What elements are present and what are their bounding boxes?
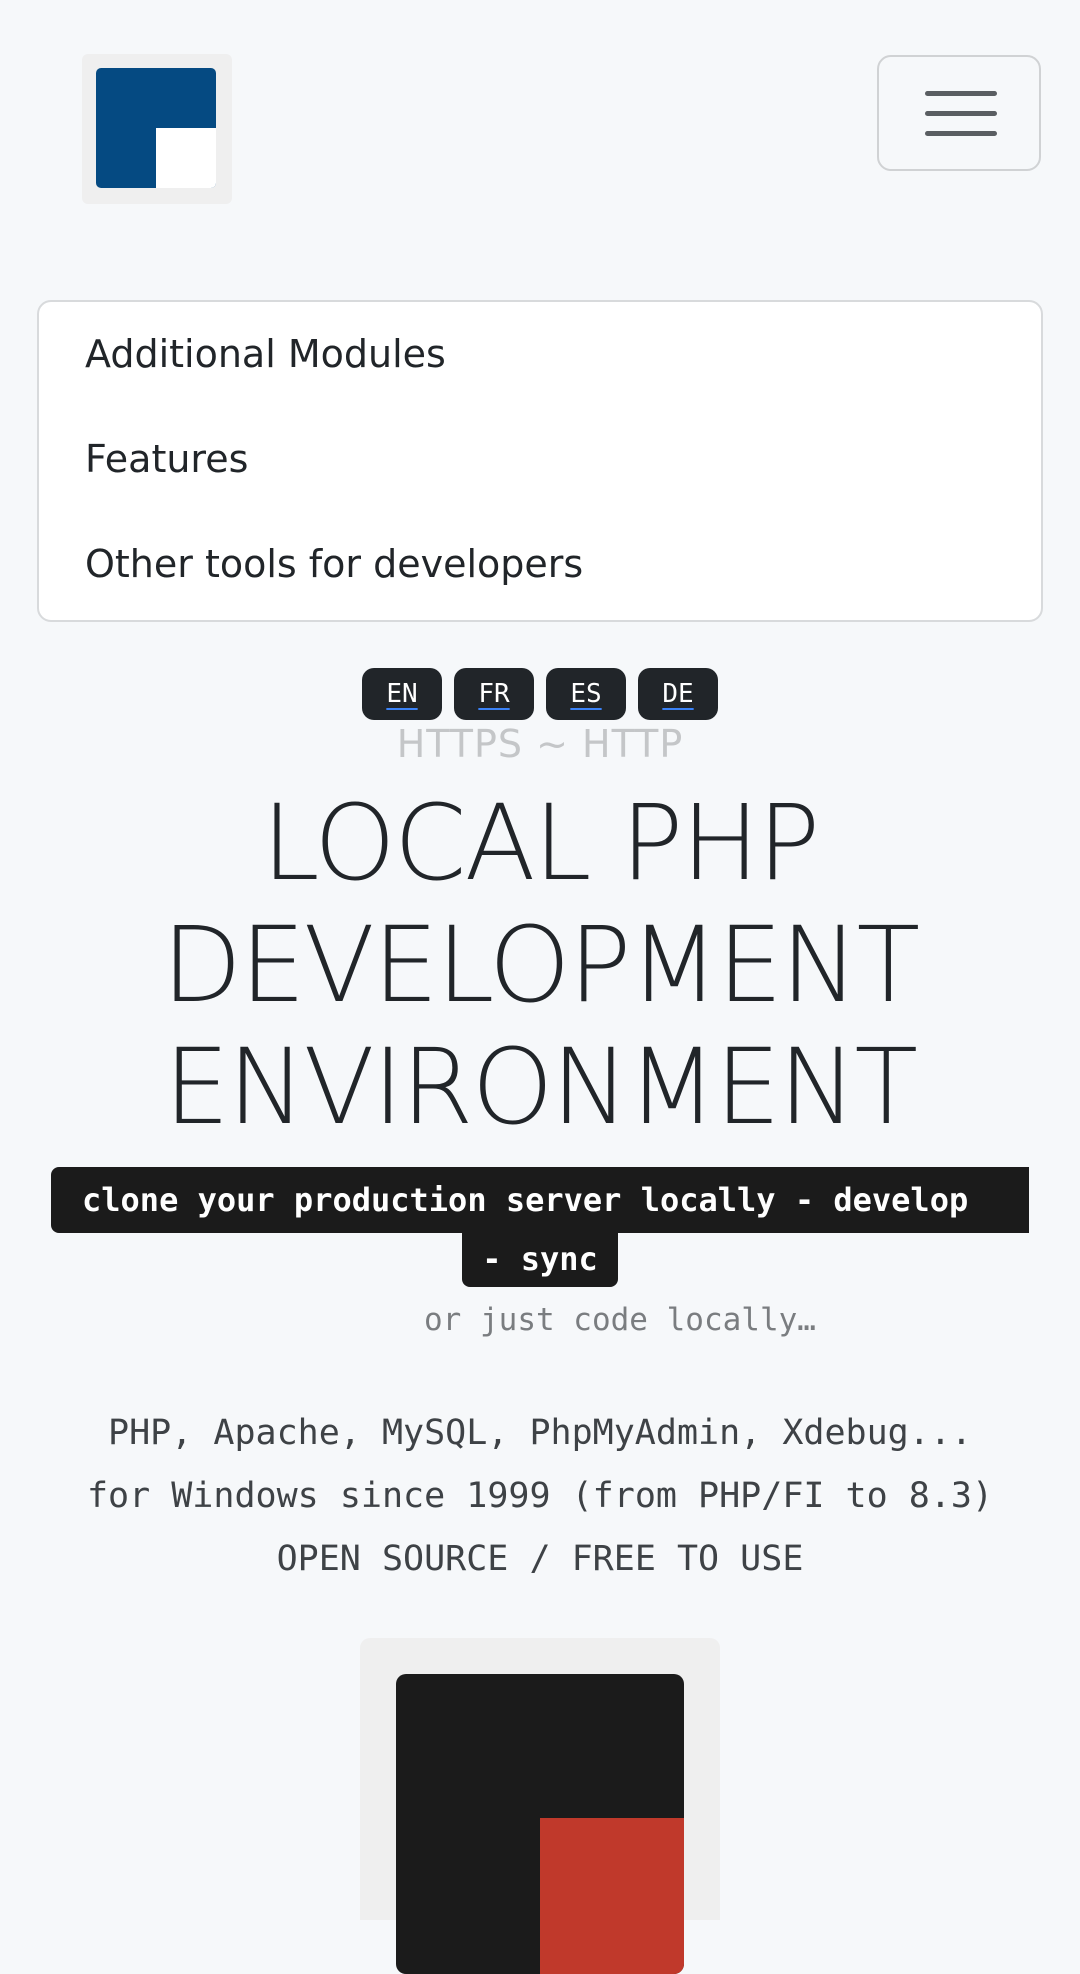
nav-item-other-tools[interactable]: Other tools for developers (85, 542, 583, 586)
tagline-line-2: - sync (462, 1233, 618, 1287)
lang-button-de[interactable]: DE (638, 668, 718, 720)
lang-button-es[interactable]: ES (546, 668, 626, 720)
lang-button-fr[interactable]: FR (454, 668, 534, 720)
logo-corner-shape (156, 128, 216, 188)
hamburger-menu-icon (925, 91, 997, 96)
app-preview-logo (396, 1674, 684, 1974)
protocols-label: HTTPS ~ HTTP (396, 722, 684, 766)
nav-item-additional-modules[interactable]: Additional Modules (85, 332, 446, 376)
hamburger-menu-icon-bar (925, 131, 997, 136)
lang-button-en[interactable]: EN (362, 668, 442, 720)
feature-summary-line: for Windows since 1999 (from PHP/FI to 8… (86, 1476, 994, 1516)
feature-summary-line: PHP, Apache, MySQL, PhpMyAdmin, Xdebug..… (108, 1413, 972, 1453)
page-title-line: LOCAL PHP (261, 782, 821, 904)
page-title-line: ENVIRONMENT (163, 1026, 918, 1148)
hamburger-menu-icon-bar (925, 111, 997, 116)
subtagline: or just code locally… (424, 1302, 816, 1338)
menu-toggle-button[interactable] (877, 55, 1041, 171)
page-title: LOCAL PHP DEVELOPMENT ENVIRONMENT (0, 782, 1080, 1148)
site-logo[interactable] (82, 54, 232, 204)
nav-item-features[interactable]: Features (85, 437, 248, 481)
laragon-logo-icon (96, 68, 216, 188)
page-title-line: DEVELOPMENT (161, 904, 920, 1026)
feature-summary: PHP, Apache, MySQL, PhpMyAdmin, Xdebug..… (0, 1402, 1080, 1591)
app-preview-image (360, 1638, 720, 1974)
language-switcher: EN FR ES DE (0, 668, 1080, 720)
nav-menu: Additional Modules Features Other tools … (37, 300, 1043, 622)
feature-summary-line: OPEN SOURCE / FREE TO USE (276, 1539, 804, 1579)
tagline-line-1: clone your production server locally - d… (82, 1181, 969, 1219)
app-preview-accent-shape (540, 1818, 684, 1974)
